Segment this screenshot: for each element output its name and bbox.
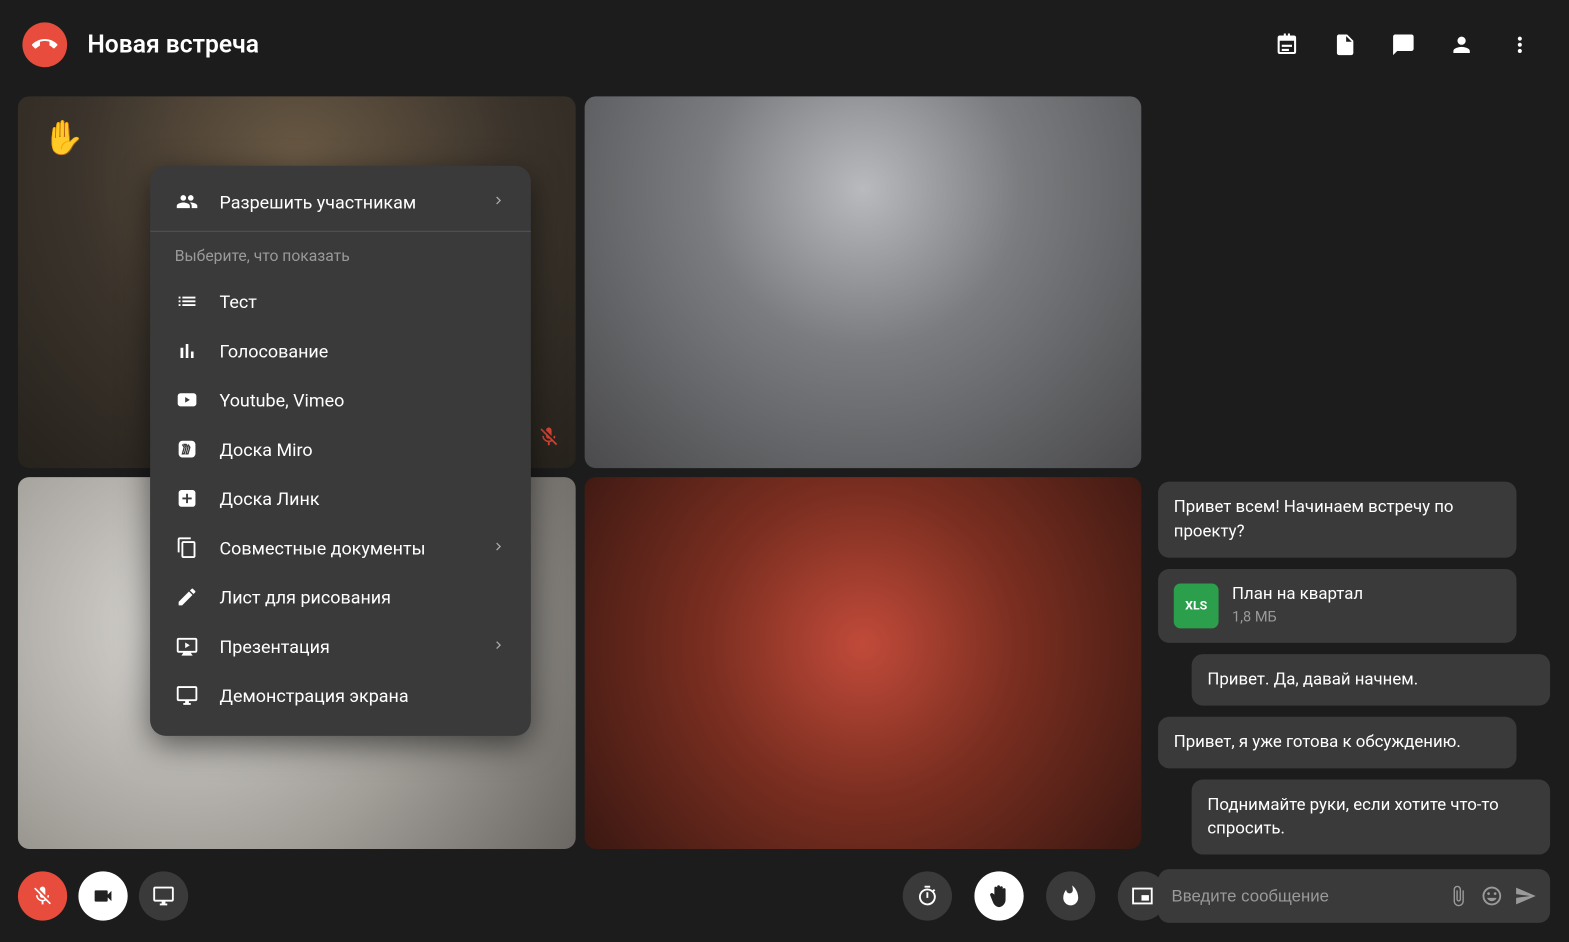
menu-poll[interactable]: Голосование xyxy=(150,326,531,375)
chat-message: Привет, я уже готова к обсуждению. xyxy=(1158,717,1516,768)
menu-allow-participants[interactable]: Разрешить участникам xyxy=(150,177,531,226)
camera-toggle-button[interactable] xyxy=(78,871,127,920)
participant-tile[interactable] xyxy=(584,96,1141,468)
raise-hand-button[interactable] xyxy=(974,871,1023,920)
person-icon xyxy=(1449,32,1474,57)
chat-message: Привет. Да, давай начнем. xyxy=(1192,654,1550,705)
document-button[interactable] xyxy=(1333,32,1358,57)
header-actions xyxy=(1275,32,1546,57)
desktop-icon xyxy=(175,684,200,706)
menu-label: Youtube, Vimeo xyxy=(220,389,345,410)
menu-video[interactable]: Youtube, Vimeo xyxy=(150,375,531,424)
hand-icon xyxy=(988,885,1010,907)
board-icon xyxy=(175,487,200,509)
send-button[interactable] xyxy=(1514,885,1536,907)
menu-drawing[interactable]: Лист для рисования xyxy=(150,572,531,621)
file-xls-icon: XLS xyxy=(1174,583,1219,628)
divider xyxy=(150,231,531,232)
menu-screen-share[interactable]: Демонстрация экрана xyxy=(150,671,531,720)
more-button[interactable] xyxy=(1508,32,1533,57)
menu-label: Доска Линк xyxy=(220,488,320,509)
header: Новая встреча xyxy=(0,0,1568,90)
meeting-title: Новая встреча xyxy=(87,31,1254,59)
chat-panel: Привет всем! Начинаем встречу по проекту… xyxy=(1158,482,1550,866)
secondary-controls xyxy=(903,871,1179,920)
file-size: 1,8 МБ xyxy=(1232,608,1363,629)
menu-subtitle: Выберите, что показать xyxy=(150,236,531,276)
chevron-right-icon xyxy=(491,191,507,212)
copy-icon xyxy=(175,536,200,558)
menu-label: Презентация xyxy=(220,636,330,657)
phone-icon xyxy=(27,27,62,62)
menu-miro[interactable]: Доска Miro xyxy=(150,424,531,473)
mic-toggle-button[interactable] xyxy=(18,871,67,920)
attach-icon xyxy=(1447,885,1469,907)
chat-message: Привет всем! Начинаем встречу по проекту… xyxy=(1158,482,1516,558)
share-menu: Разрешить участникам Выберите, что показ… xyxy=(150,166,531,736)
menu-label: Доска Miro xyxy=(220,438,313,459)
raised-hand-icon: ✋ xyxy=(43,119,85,158)
fire-icon xyxy=(1060,885,1082,907)
chat-icon xyxy=(1391,32,1416,57)
timer-button[interactable] xyxy=(903,871,952,920)
share-button[interactable] xyxy=(139,871,188,920)
edit-icon xyxy=(175,586,200,608)
bar-chart-icon xyxy=(175,339,200,361)
menu-label: Лист для рисования xyxy=(220,586,391,607)
message-input[interactable] xyxy=(1172,886,1436,905)
chat-message: Поднимайте руки, если хотите что-то спро… xyxy=(1192,779,1550,855)
chat-file-message[interactable]: XLS План на квартал 1,8 МБ xyxy=(1158,568,1516,643)
presentation-icon xyxy=(175,635,200,657)
message-input-container xyxy=(1158,869,1550,923)
play-icon xyxy=(175,389,200,411)
more-vert-icon xyxy=(1508,32,1533,57)
mic-off-icon xyxy=(31,885,53,907)
menu-link-board[interactable]: Доска Линк xyxy=(150,474,531,523)
reactions-button[interactable] xyxy=(1046,871,1095,920)
menu-presentation[interactable]: Презентация xyxy=(150,622,531,671)
file-name: План на квартал xyxy=(1232,582,1363,606)
miro-icon xyxy=(175,438,200,460)
camera-icon xyxy=(92,885,114,907)
attach-button[interactable] xyxy=(1447,885,1469,907)
group-icon xyxy=(175,190,200,212)
menu-test[interactable]: Тест xyxy=(150,277,531,326)
menu-label: Голосование xyxy=(220,340,329,361)
list-icon xyxy=(175,290,200,312)
chat-button[interactable] xyxy=(1391,32,1416,57)
chevron-right-icon xyxy=(491,636,507,657)
document-icon xyxy=(1333,32,1358,57)
participants-button[interactable] xyxy=(1449,32,1474,57)
smile-icon xyxy=(1481,885,1503,907)
mic-off-icon xyxy=(537,426,559,448)
chevron-right-icon xyxy=(491,537,507,558)
notes-icon xyxy=(1275,32,1300,57)
emoji-button[interactable] xyxy=(1481,885,1503,907)
menu-label: Демонстрация экрана xyxy=(220,685,409,706)
file-meta: План на квартал 1,8 МБ xyxy=(1232,582,1363,630)
menu-label: Разрешить участникам xyxy=(220,191,417,212)
muted-indicator xyxy=(537,426,559,453)
timer-icon xyxy=(916,885,938,907)
menu-label: Тест xyxy=(220,291,257,312)
bottom-bar xyxy=(18,867,1550,925)
notes-button[interactable] xyxy=(1275,32,1300,57)
menu-label: Совместные документы xyxy=(220,537,426,558)
send-icon xyxy=(1514,885,1536,907)
desktop-icon xyxy=(152,885,174,907)
participant-tile[interactable] xyxy=(584,477,1141,849)
pip-icon xyxy=(1131,885,1153,907)
hangup-button[interactable] xyxy=(22,22,67,67)
menu-collab-docs[interactable]: Совместные документы xyxy=(150,523,531,572)
